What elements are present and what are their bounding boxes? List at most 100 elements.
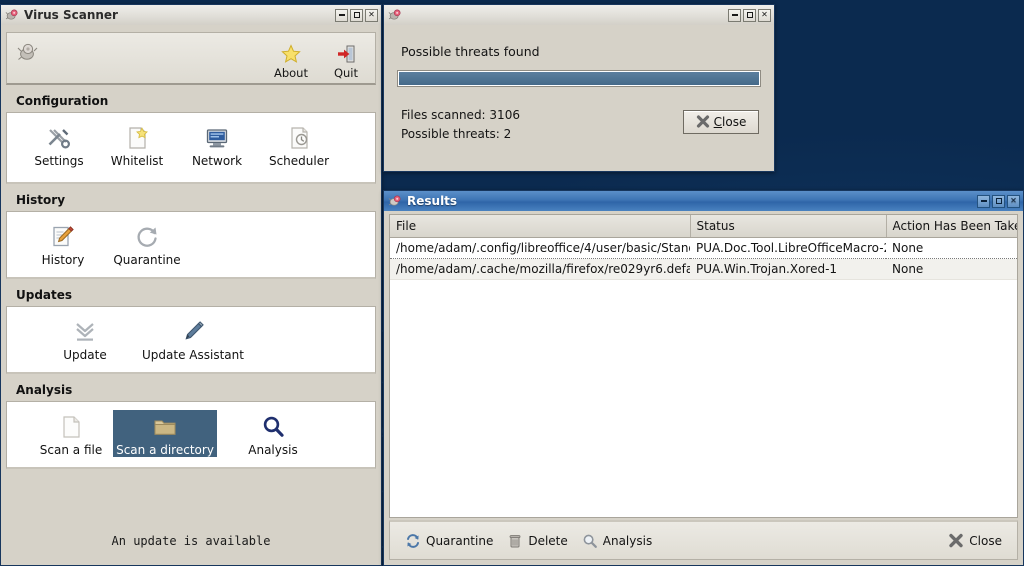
scheduler-label: Scheduler [269,154,329,168]
group-configuration: Configuration Settings [6,91,376,184]
results-title: Results [407,194,977,208]
group-history: History History [6,190,376,279]
files-scanned-text: Files scanned: 3106 [401,108,520,122]
results-close-button[interactable]: Close [941,530,1009,552]
virus-scanner-title: Virus Scanner [24,8,335,22]
document-clock-icon [286,125,312,151]
update-button[interactable]: Update [47,315,123,362]
bug-icon [388,194,402,208]
column-header-action[interactable]: Action Has Been Taken [886,215,1018,238]
x-mark-icon [948,533,964,549]
monitor-icon [204,125,230,151]
main-toolbar: About Quit [6,32,376,85]
whitelist-button[interactable]: Whitelist [97,121,177,172]
threats-close-mnemonic: C [714,115,722,129]
scan-progress-fill [399,72,759,85]
history-label: History [42,253,85,267]
refresh-icon [405,533,421,549]
settings-button[interactable]: Settings [21,121,97,172]
main-status-text: An update is available [4,524,378,562]
group-updates-body: Update Update Assistant [6,306,376,374]
update-label: Update [63,348,106,362]
close-icon[interactable]: ✕ [758,9,771,22]
group-configuration-body: Settings Whitelist [6,112,376,184]
cell-action: None [886,259,1018,280]
magnifier-icon [260,414,286,440]
about-button[interactable]: About [268,44,314,82]
table-row[interactable]: /home/adam/.config/libreoffice/4/user/ba… [390,238,1018,259]
quarantine-button[interactable]: Quarantine [99,220,195,267]
results-window-buttons[interactable]: ✕ [977,195,1020,208]
group-updates-header: Updates [6,285,376,306]
delete-action-button[interactable]: Delete [500,530,574,552]
quit-button[interactable]: Quit [323,44,369,82]
network-button[interactable]: Network [177,121,257,172]
results-close-label: Close [969,534,1002,548]
column-header-file[interactable]: File [390,215,690,238]
scan-a-directory-button[interactable]: Scan a directory [113,410,217,457]
update-assistant-label: Update Assistant [142,348,244,362]
results-table-wrapper[interactable]: File Status Action Has Been Taken /home/… [389,214,1018,518]
analysis-button[interactable]: Analysis [231,410,315,457]
maximize-icon[interactable] [350,9,363,22]
quarantine-action-label: Quarantine [426,534,493,548]
threats-close-button[interactable]: Close [683,110,759,134]
virus-scanner-window-buttons[interactable]: ✕ [335,9,378,22]
group-history-header: History [6,190,376,211]
star-icon [281,44,301,64]
whitelist-label: Whitelist [111,154,164,168]
scan-progress-bar [397,70,761,87]
refresh-circle-icon [134,224,160,250]
threats-dialog-titlebar[interactable]: ✕ [384,5,774,25]
results-table-empty-area [390,280,1017,517]
scheduler-button[interactable]: Scheduler [257,121,341,172]
cell-status: PUA.Win.Trojan.Xored-1 [690,259,886,280]
threats-dialog-window-buttons[interactable]: ✕ [728,9,771,22]
minimize-icon[interactable] [977,195,990,208]
results-table[interactable]: File Status Action Has Been Taken /home/… [390,215,1018,280]
scan-a-file-button[interactable]: Scan a file [29,410,113,457]
quarantine-action-button[interactable]: Quarantine [398,530,500,552]
delete-action-label: Delete [528,534,567,548]
results-titlebar[interactable]: Results ✕ [384,191,1023,211]
bug-icon [388,8,402,22]
threats-close-label: Close [714,115,747,129]
toolbar-actions: About Quit [268,37,369,82]
threats-close-rest: lose [722,115,746,129]
scan-a-directory-label: Scan a directory [116,443,214,457]
magnifier-icon [582,533,598,549]
file-icon [58,414,84,440]
toolbar-app-icon [17,41,39,66]
download-icon [72,319,98,345]
minimize-icon[interactable] [335,9,348,22]
group-analysis: Analysis Scan a file [6,380,376,469]
quarantine-label: Quarantine [113,253,180,267]
about-label: About [274,66,308,80]
scan-a-file-label: Scan a file [40,443,102,457]
results-window[interactable]: Results ✕ File Status Action Has Been Ta… [383,190,1024,566]
column-header-status[interactable]: Status [690,215,886,238]
tools-icon [46,125,72,151]
group-updates: Updates Update [6,285,376,374]
maximize-icon[interactable] [992,195,1005,208]
table-row[interactable]: /home/adam/.cache/mozilla/firefox/re029y… [390,259,1018,280]
threats-dialog-window[interactable]: ✕ Possible threats found Files scanned: … [383,4,775,172]
exit-door-icon [336,44,356,64]
virus-scanner-body: About Quit Config [4,28,378,562]
close-icon[interactable]: ✕ [1007,195,1020,208]
group-configuration-header: Configuration [6,91,376,112]
analysis-action-button[interactable]: Analysis [575,530,659,552]
history-button[interactable]: History [27,220,99,267]
trash-icon [507,533,523,549]
x-mark-icon [696,115,710,129]
minimize-icon[interactable] [728,9,741,22]
results-table-header-row: File Status Action Has Been Taken [390,215,1018,238]
close-icon[interactable]: ✕ [365,9,378,22]
update-assistant-button[interactable]: Update Assistant [123,315,263,362]
group-history-body: History Quarantine [6,211,376,279]
virus-scanner-window[interactable]: Virus Scanner ✕ [0,4,382,566]
cell-status: PUA.Doc.Tool.LibreOfficeMacro-2 [690,238,886,259]
maximize-icon[interactable] [743,9,756,22]
quit-label: Quit [334,66,358,80]
virus-scanner-titlebar[interactable]: Virus Scanner ✕ [1,5,381,25]
